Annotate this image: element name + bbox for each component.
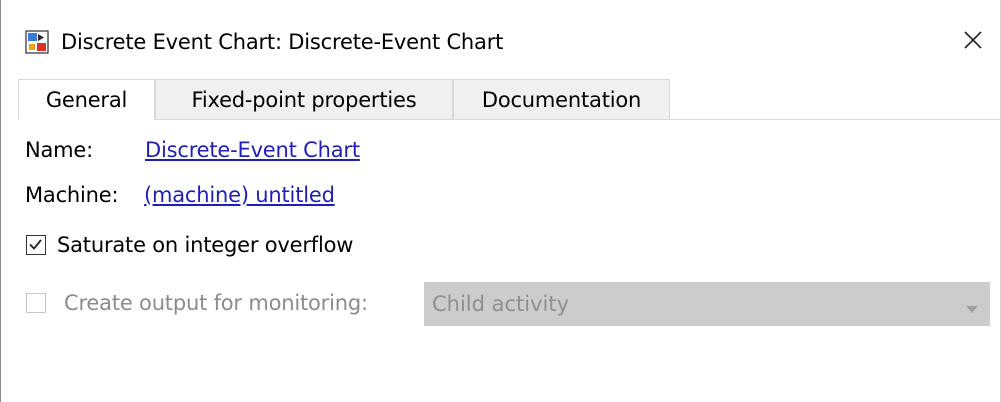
tab-general[interactable]: General bbox=[18, 79, 155, 120]
monitoring-label: Create output for monitoring: bbox=[64, 291, 368, 315]
stateflow-chart-icon bbox=[25, 30, 49, 54]
checkmark-icon bbox=[29, 239, 42, 250]
monitoring-select-value: Child activity bbox=[432, 292, 570, 316]
chevron-down-icon bbox=[966, 299, 978, 318]
tab-fixed-point-properties[interactable]: Fixed-point properties bbox=[155, 79, 453, 120]
tab-documentation[interactable]: Documentation bbox=[453, 79, 670, 120]
close-button[interactable] bbox=[951, 20, 995, 64]
close-icon bbox=[963, 30, 983, 54]
monitoring-checkbox-box[interactable] bbox=[26, 293, 46, 313]
saturate-checkbox-box[interactable] bbox=[26, 235, 46, 255]
machine-link[interactable]: (machine) untitled bbox=[144, 181, 335, 209]
name-label: Name: bbox=[25, 138, 94, 162]
properties-dialog: Discrete Event Chart: Discrete-Event Cha… bbox=[0, 0, 1001, 402]
monitoring-select[interactable]: Child activity bbox=[424, 282, 990, 326]
saturate-label: Saturate on integer overflow bbox=[57, 233, 354, 257]
title-bar: Discrete Event Chart: Discrete-Event Cha… bbox=[1, 0, 1000, 74]
window-title: Discrete Event Chart: Discrete-Event Cha… bbox=[61, 30, 504, 54]
machine-label: Machine: bbox=[25, 183, 119, 207]
chart-name-link[interactable]: Discrete-Event Chart bbox=[145, 136, 360, 164]
